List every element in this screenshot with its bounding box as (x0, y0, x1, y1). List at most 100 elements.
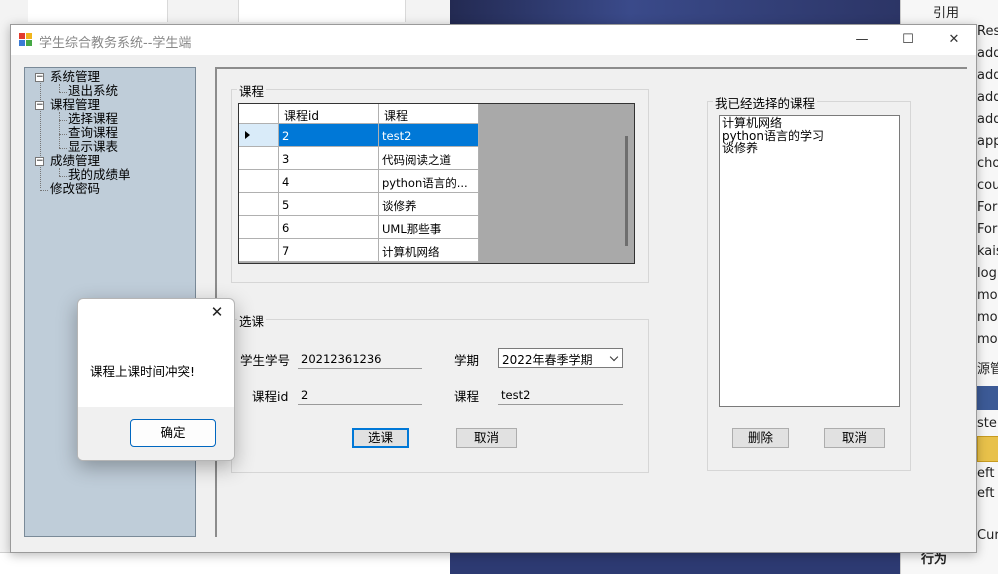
selected-group-title: 我已经选择的课程 (713, 93, 818, 112)
list-item[interactable]: 谈修养 (722, 142, 897, 155)
course-name-field[interactable]: test2 (498, 385, 623, 405)
ide-item: Forr (977, 200, 998, 215)
content-panel: 课程 课程id 课程 2 test2 3 代码阅读之道 4 python语言的.… (215, 67, 967, 537)
row-header[interactable] (239, 239, 279, 262)
course-label: 课程 (454, 389, 480, 404)
collapse-icon[interactable]: − (35, 157, 44, 166)
app-icon (19, 33, 33, 47)
collapse-icon[interactable]: − (35, 101, 44, 110)
row-header[interactable] (239, 147, 279, 170)
tree-node-timetable[interactable]: 显示课表 (68, 140, 118, 154)
table-row[interactable]: 6 UML那些事 (239, 216, 479, 239)
tree-connector (59, 148, 67, 149)
course-id-field[interactable]: 2 (298, 385, 422, 405)
tree-node-system[interactable]: 系统管理 (50, 70, 100, 84)
ide-item: eft (977, 486, 995, 501)
course-grid[interactable]: 课程id 课程 2 test2 3 代码阅读之道 4 python语言的... (238, 103, 635, 264)
ide-item: chos (977, 156, 998, 171)
ide-item: Cur (977, 528, 998, 543)
chevron-down-icon (609, 352, 619, 362)
dialog-message: 课程上课时间冲突! (90, 364, 196, 379)
course-id-label: 课程id (252, 389, 289, 404)
select-course-groupbox: 选课 学生学号 20212361236 学期 2022年春季学期 课程id 2 … (231, 311, 649, 473)
term-select[interactable]: 2022年春季学期 (498, 348, 623, 368)
row-header[interactable] (239, 124, 279, 147)
student-id-label: 学生学号 (240, 353, 291, 368)
cell-course[interactable]: 代码阅读之道 (379, 147, 479, 170)
ide-item: addt (977, 112, 998, 127)
maximize-button[interactable]: ☐ (885, 25, 931, 55)
ide-selection-band (977, 386, 998, 410)
row-header[interactable] (239, 216, 279, 239)
term-label: 学期 (454, 353, 480, 368)
selected-courses-list[interactable]: 计算机网络 python语言的学习 谈修养 (719, 115, 900, 407)
message-dialog: ✕ 课程上课时间冲突! 确定 (77, 298, 235, 461)
row-header[interactable] (239, 170, 279, 193)
ok-button[interactable]: 确定 (130, 419, 216, 447)
table-row[interactable]: 7 计算机网络 (239, 239, 479, 262)
cell-id[interactable]: 3 (279, 147, 379, 170)
tree-connector (59, 84, 60, 92)
ide-item: app (977, 134, 998, 149)
delete-button[interactable]: 删除 (732, 428, 789, 448)
tree-node-my-grades[interactable]: 我的成绩单 (68, 168, 131, 182)
row-header[interactable] (239, 193, 279, 216)
tree-connector (59, 168, 60, 176)
cell-id[interactable]: 6 (279, 216, 379, 239)
ide-item: moo (977, 310, 998, 325)
lightning-icon (977, 436, 998, 462)
window-title: 学生综合教务系统--学生端 (39, 36, 192, 51)
ide-item: addt (977, 46, 998, 61)
table-row[interactable]: 5 谈修养 (239, 193, 479, 216)
cell-course[interactable]: 谈修养 (379, 193, 479, 216)
background-field (28, 0, 168, 22)
cell-id[interactable]: 2 (279, 124, 379, 147)
grid-header-row: 课程id 课程 (239, 104, 479, 124)
table-row[interactable]: 4 python语言的... (239, 170, 479, 193)
cell-id[interactable]: 7 (279, 239, 379, 262)
cell-course[interactable]: UML那些事 (379, 216, 479, 239)
collapse-icon[interactable]: − (35, 73, 44, 82)
grid-scrollbar[interactable] (625, 136, 628, 246)
column-header-id[interactable]: 课程id (279, 104, 379, 124)
tree-node-exit[interactable]: 退出系统 (68, 84, 118, 98)
tree-node-change-password[interactable]: 修改密码 (50, 182, 100, 196)
title-bar[interactable]: 学生综合教务系统--学生端 — ☐ ✕ (11, 25, 976, 55)
cell-course[interactable]: python语言的... (379, 170, 479, 193)
tree-connector (59, 92, 67, 93)
tree-connector (59, 120, 67, 121)
select-course-button[interactable]: 选课 (352, 428, 409, 448)
list-item[interactable]: 计算机网络 (722, 117, 897, 130)
ide-item: logi (977, 266, 998, 281)
current-row-icon (245, 131, 250, 139)
minimize-button[interactable]: — (839, 25, 885, 55)
ide-item: ster (977, 416, 998, 431)
table-row[interactable]: 2 test2 (239, 124, 479, 147)
background-field (238, 0, 406, 22)
course-groupbox: 课程 课程id 课程 2 test2 3 代码阅读之道 4 python语言的.… (231, 81, 649, 283)
cell-id[interactable]: 5 (279, 193, 379, 216)
cell-course[interactable]: 计算机网络 (379, 239, 479, 262)
tree-node-select-course[interactable]: 选择课程 (68, 112, 118, 126)
close-button[interactable]: ✕ (931, 25, 977, 55)
dialog-footer: 确定 (78, 407, 234, 460)
dialog-close-icon[interactable]: ✕ (208, 303, 226, 321)
tree-connector (59, 112, 60, 148)
tree-connector (40, 190, 48, 191)
column-header-course[interactable]: 课程 (379, 104, 479, 124)
student-id-field[interactable]: 20212361236 (298, 349, 422, 369)
cell-id[interactable]: 4 (279, 170, 379, 193)
background-image (450, 552, 900, 574)
cancel-selected-button[interactable]: 取消 (824, 428, 885, 448)
tree-node-query-course[interactable]: 查询课程 (68, 126, 118, 140)
selected-courses-groupbox: 我已经选择的课程 计算机网络 python语言的学习 谈修养 删除 取消 (707, 93, 911, 471)
cell-course[interactable]: test2 (379, 124, 479, 147)
cancel-select-button[interactable]: 取消 (456, 428, 517, 448)
course-group-title: 课程 (237, 81, 267, 100)
ide-item: cou (977, 178, 998, 193)
tree-node-grades[interactable]: 成绩管理 (50, 154, 100, 168)
ide-item: 源管 (977, 362, 998, 377)
table-row[interactable]: 3 代码阅读之道 (239, 147, 479, 170)
tree-node-course[interactable]: 课程管理 (50, 98, 100, 112)
ide-item: Reso (977, 24, 998, 39)
